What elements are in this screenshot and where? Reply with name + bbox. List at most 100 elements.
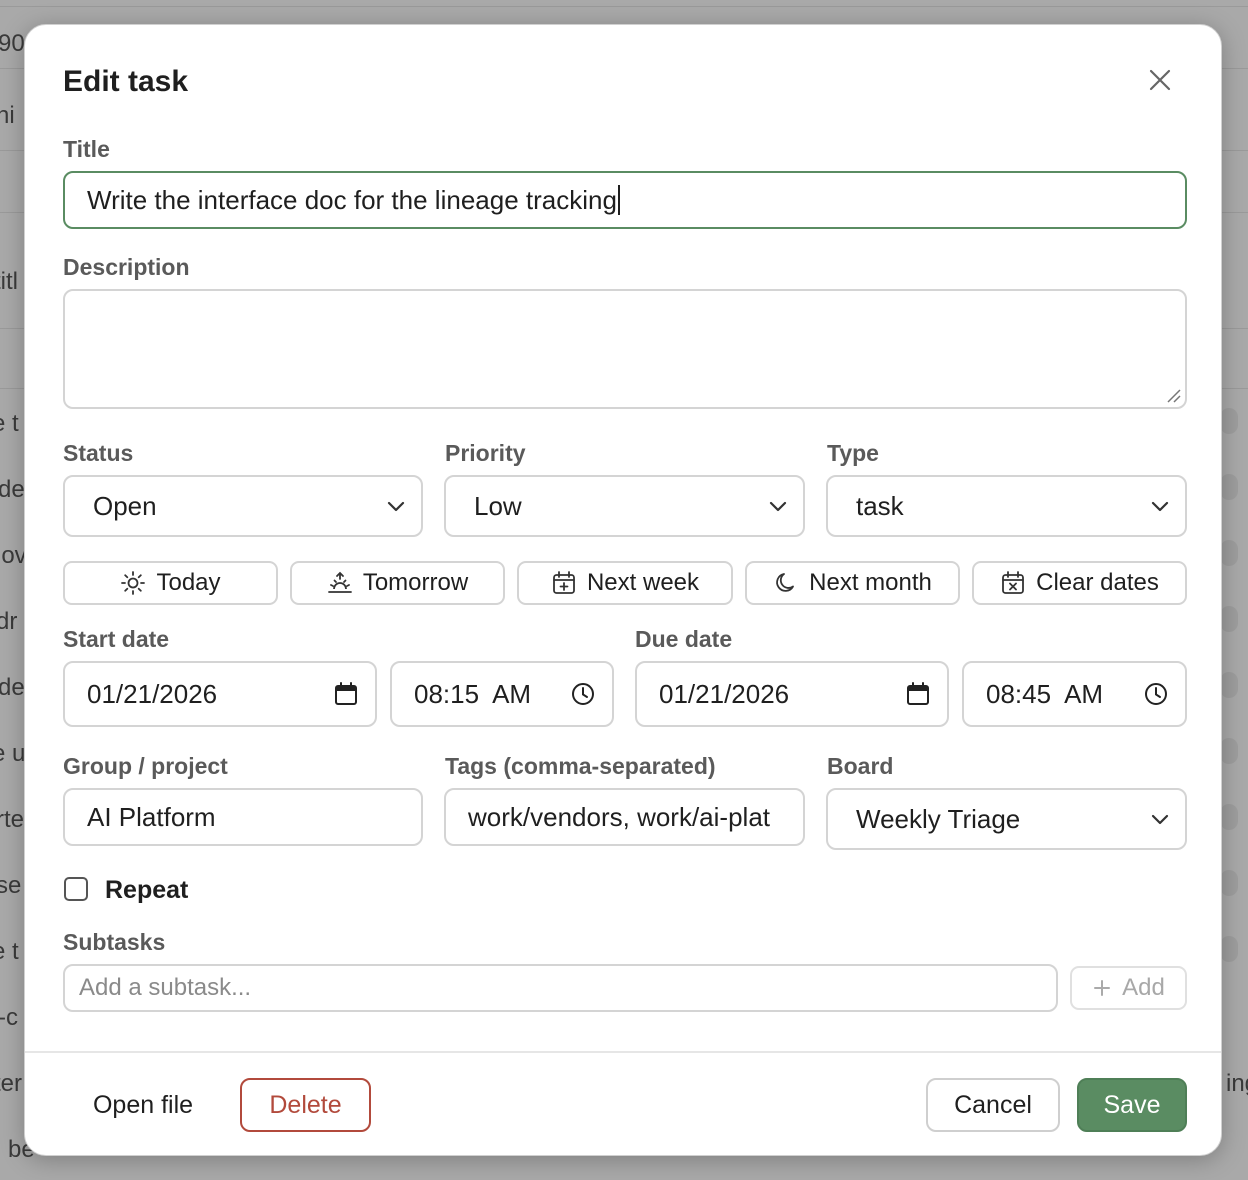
due-date-input[interactable]: 01/21/2026 [635,661,949,727]
clock-icon[interactable] [570,681,596,707]
chevron-down-icon [769,501,787,512]
calendar-x-icon [1002,571,1025,594]
delete-button[interactable]: Delete [240,1078,371,1132]
status-select[interactable]: Open [63,475,423,537]
bg-toggle [1220,804,1238,830]
start-date-value: 01/21/2026 [87,678,218,709]
status-value: Open [93,490,157,521]
bg-toggle [1220,738,1238,764]
chevron-down-icon [1151,814,1169,825]
tomorrow-button[interactable]: Tomorrow [290,561,505,605]
next-month-label: Next month [809,569,932,596]
board-select[interactable]: Weekly Triage [826,788,1187,850]
next-week-button[interactable]: Next week [517,561,733,605]
start-time-input[interactable]: 08:15 AM [390,661,614,727]
due-date-value: 01/21/2026 [659,678,790,709]
bg-toggle [1220,606,1238,632]
sun-icon [121,571,146,595]
bg-text: de [0,476,25,503]
today-label: Today [156,569,221,596]
group-value: AI Platform [87,801,216,832]
bg-text: ter [0,1070,23,1097]
group-label: Group / project [63,753,228,779]
tomorrow-label: Tomorrow [362,569,469,596]
next-month-button[interactable]: Next month [745,561,960,605]
bg-text: rte [0,806,25,833]
bg-text: ing [1226,1070,1248,1097]
priority-value: Low [474,490,522,521]
bg-text: de [0,674,25,701]
calendar-plus-icon [553,571,575,594]
type-label: Type [827,440,879,466]
start-date-label: Start date [63,626,170,652]
title-label: Title [63,136,110,162]
close-icon [1149,69,1171,91]
calendar-icon[interactable] [905,681,931,707]
tags-input[interactable]: work/vendors, work/ai-plat [444,788,805,846]
start-date-input[interactable]: 01/21/2026 [63,661,377,727]
open-file-button[interactable]: Open file [71,1078,215,1132]
bg-divider [0,6,1248,7]
sunrise-icon [327,571,352,593]
description-label: Description [63,254,190,280]
close-button[interactable] [1143,63,1177,97]
add-subtask-button[interactable]: Add [1070,966,1187,1010]
board-value: Weekly Triage [856,803,1021,834]
description-textarea[interactable] [63,289,1187,409]
bg-toggle [1220,540,1238,566]
subtask-input[interactable]: Add a subtask... [63,964,1058,1012]
save-button[interactable]: Save [1077,1078,1187,1132]
tags-label: Tags (comma-separated) [445,753,716,779]
today-button[interactable]: Today [63,561,278,605]
bg-text: 90 [0,30,25,57]
subtasks-label: Subtasks [63,929,166,955]
clear-dates-label: Clear dates [1036,569,1159,596]
type-value: task [856,490,904,521]
bg-text: hi [0,102,15,129]
type-select[interactable]: task [826,475,1187,537]
bg-text: e t [0,938,19,965]
subtask-placeholder: Add a subtask... [79,974,252,1001]
moon-icon [776,573,795,592]
repeat-checkbox[interactable] [64,877,88,901]
bg-text: dr [0,608,18,635]
plus-icon [1094,980,1111,996]
clock-icon[interactable] [1143,681,1169,707]
title-input-value: Write the interface doc for the lineage … [87,184,617,215]
group-input[interactable]: AI Platform [63,788,423,846]
clear-dates-button[interactable]: Clear dates [972,561,1187,605]
bg-text: -c [0,1004,18,1031]
bg-text: se [0,872,22,899]
bg-text: lov [0,542,27,569]
bg-toggle [1220,408,1238,434]
tags-value: work/vendors, work/ai-plat [468,801,770,832]
board-label: Board [827,753,894,779]
due-date-label: Due date [635,626,733,652]
bg-text: titl [0,268,18,295]
bg-text: e t [0,410,19,437]
bg-toggle [1220,474,1238,500]
due-time-input[interactable]: 08:45 AM [962,661,1187,727]
footer-divider [25,1051,1221,1053]
title-input[interactable]: Write the interface doc for the lineage … [63,171,1187,229]
chevron-down-icon [1151,501,1169,512]
start-time-value: 08:15 AM [414,678,532,709]
bg-toggle [1220,672,1238,698]
next-week-label: Next week [586,569,700,596]
calendar-icon[interactable] [333,681,359,707]
resize-handle-icon[interactable] [1165,387,1181,403]
edit-task-dialog: Edit task Title Write the interface doc … [24,24,1222,1156]
repeat-label[interactable]: Repeat [105,876,188,905]
chevron-down-icon [387,501,405,512]
bg-toggle [1220,870,1238,896]
add-subtask-label: Add [1122,974,1165,1001]
priority-label: Priority [445,440,526,466]
dialog-title: Edit task [63,65,189,98]
status-label: Status [63,440,134,466]
priority-select[interactable]: Low [444,475,805,537]
bg-text: e u [0,740,26,767]
due-time-value: 08:45 AM [986,678,1104,709]
bg-toggle [1220,936,1238,962]
cancel-button[interactable]: Cancel [926,1078,1060,1132]
text-caret [617,185,620,215]
